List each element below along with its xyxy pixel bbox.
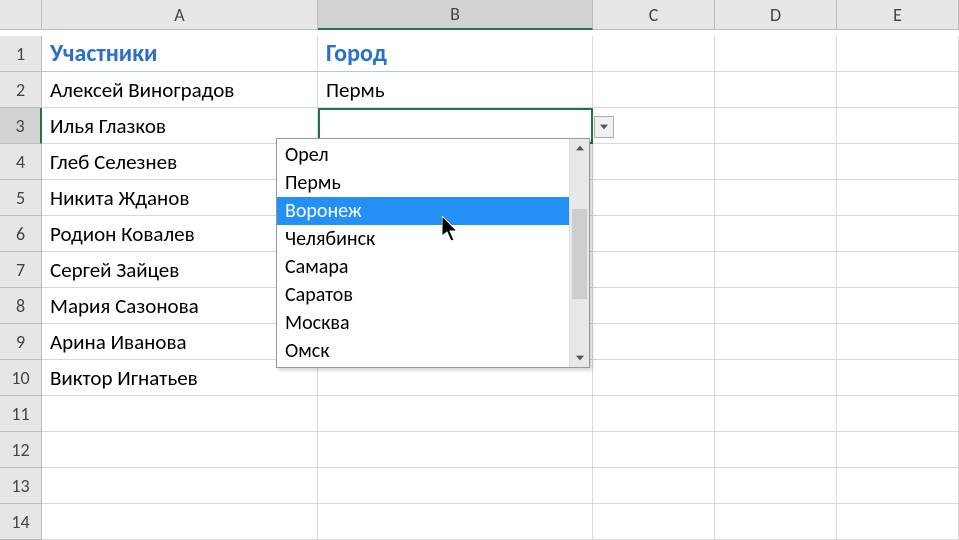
cell-C1[interactable]	[593, 36, 715, 72]
row-header-13[interactable]: 13	[0, 468, 42, 504]
dropdown-scrollbar[interactable]	[569, 139, 589, 367]
scroll-track[interactable]	[570, 157, 589, 349]
dropdown-item[interactable]: Москва	[277, 309, 569, 337]
cell-E8[interactable]	[837, 288, 959, 324]
cell-A13[interactable]	[42, 468, 318, 504]
cell-C6[interactable]	[593, 216, 715, 252]
col-header-A[interactable]: A	[42, 0, 318, 30]
row-header-10[interactable]: 10	[0, 360, 42, 396]
cell-E1[interactable]	[837, 36, 959, 72]
row-header-6[interactable]: 6	[0, 216, 42, 252]
cell-E7[interactable]	[837, 252, 959, 288]
row-header-8[interactable]: 8	[0, 288, 42, 324]
cell-E3[interactable]	[837, 108, 959, 144]
cell-D8[interactable]	[715, 288, 837, 324]
cell-C13[interactable]	[593, 468, 715, 504]
cell-A1[interactable]: Участники	[42, 36, 318, 72]
data-validation-dropdown-list: Орел Пермь Воронеж Челябинск Самара Сара…	[276, 138, 590, 368]
cell-E12[interactable]	[837, 432, 959, 468]
cell-C9[interactable]	[593, 324, 715, 360]
dropdown-item[interactable]: Челябинск	[277, 225, 569, 253]
row-header-9[interactable]: 9	[0, 324, 42, 360]
cell-D1[interactable]	[715, 36, 837, 72]
cell-D14[interactable]	[715, 504, 837, 540]
dropdown-item[interactable]: Самара	[277, 253, 569, 281]
cell-D5[interactable]	[715, 180, 837, 216]
cell-B13[interactable]	[318, 468, 593, 504]
cell-B2[interactable]: Пермь	[318, 72, 593, 108]
row-header-7[interactable]: 7	[0, 252, 42, 288]
cell-E9[interactable]	[837, 324, 959, 360]
dropdown-item[interactable]: Пермь	[277, 169, 569, 197]
dropdown-item[interactable]: Омск	[277, 337, 569, 365]
cell-D2[interactable]	[715, 72, 837, 108]
row-header-11[interactable]: 11	[0, 396, 42, 432]
row-header-4[interactable]: 4	[0, 144, 42, 180]
cell-E11[interactable]	[837, 396, 959, 432]
cell-C5[interactable]	[593, 180, 715, 216]
cell-D13[interactable]	[715, 468, 837, 504]
cell-E6[interactable]	[837, 216, 959, 252]
col-header-B[interactable]: B	[318, 0, 593, 30]
col-header-D[interactable]: D	[715, 0, 837, 30]
cell-C2[interactable]	[593, 72, 715, 108]
cell-E10[interactable]	[837, 360, 959, 396]
chevron-down-icon	[576, 355, 584, 361]
select-all-corner[interactable]	[0, 0, 42, 30]
cell-E14[interactable]	[837, 504, 959, 540]
cell-C10[interactable]	[593, 360, 715, 396]
dropdown-item[interactable]: Орел	[277, 141, 569, 169]
cell-B11[interactable]	[318, 396, 593, 432]
col-header-C[interactable]: C	[593, 0, 715, 30]
chevron-down-icon	[600, 124, 608, 130]
row-header-14[interactable]: 14	[0, 504, 42, 540]
cell-B12[interactable]	[318, 432, 593, 468]
cell-E4[interactable]	[837, 144, 959, 180]
cell-C7[interactable]	[593, 252, 715, 288]
cell-D4[interactable]	[715, 144, 837, 180]
cell-C8[interactable]	[593, 288, 715, 324]
scroll-up-arrow[interactable]	[570, 139, 589, 157]
cell-D12[interactable]	[715, 432, 837, 468]
dropdown-item[interactable]: Саратов	[277, 281, 569, 309]
row-header-5[interactable]: 5	[0, 180, 42, 216]
row-header-3[interactable]: 3	[0, 108, 42, 144]
row-header-2[interactable]: 2	[0, 72, 42, 108]
cell-E13[interactable]	[837, 468, 959, 504]
cell-C12[interactable]	[593, 432, 715, 468]
cell-E2[interactable]	[837, 72, 959, 108]
scroll-thumb[interactable]	[572, 209, 587, 299]
scroll-down-arrow[interactable]	[570, 349, 589, 367]
row-header-1[interactable]: 1	[0, 36, 42, 72]
cell-B1[interactable]: Город	[318, 36, 593, 72]
cell-D7[interactable]	[715, 252, 837, 288]
col-header-E[interactable]: E	[837, 0, 959, 30]
cell-D10[interactable]	[715, 360, 837, 396]
dropdown-items-container: Орел Пермь Воронеж Челябинск Самара Сара…	[277, 139, 569, 367]
cell-D11[interactable]	[715, 396, 837, 432]
cell-A14[interactable]	[42, 504, 318, 540]
cell-A11[interactable]	[42, 396, 318, 432]
cell-B14[interactable]	[318, 504, 593, 540]
cell-C4[interactable]	[593, 144, 715, 180]
cell-C11[interactable]	[593, 396, 715, 432]
cell-A12[interactable]	[42, 432, 318, 468]
cell-A2[interactable]: Алексей Виноградов	[42, 72, 318, 108]
cell-E5[interactable]	[837, 180, 959, 216]
cell-D3[interactable]	[715, 108, 837, 144]
cell-C14[interactable]	[593, 504, 715, 540]
dropdown-item[interactable]: Воронеж	[277, 197, 569, 225]
chevron-up-icon	[576, 145, 584, 151]
data-validation-dropdown-button[interactable]	[594, 116, 614, 138]
row-header-12[interactable]: 12	[0, 432, 42, 468]
cell-D6[interactable]	[715, 216, 837, 252]
cell-D9[interactable]	[715, 324, 837, 360]
